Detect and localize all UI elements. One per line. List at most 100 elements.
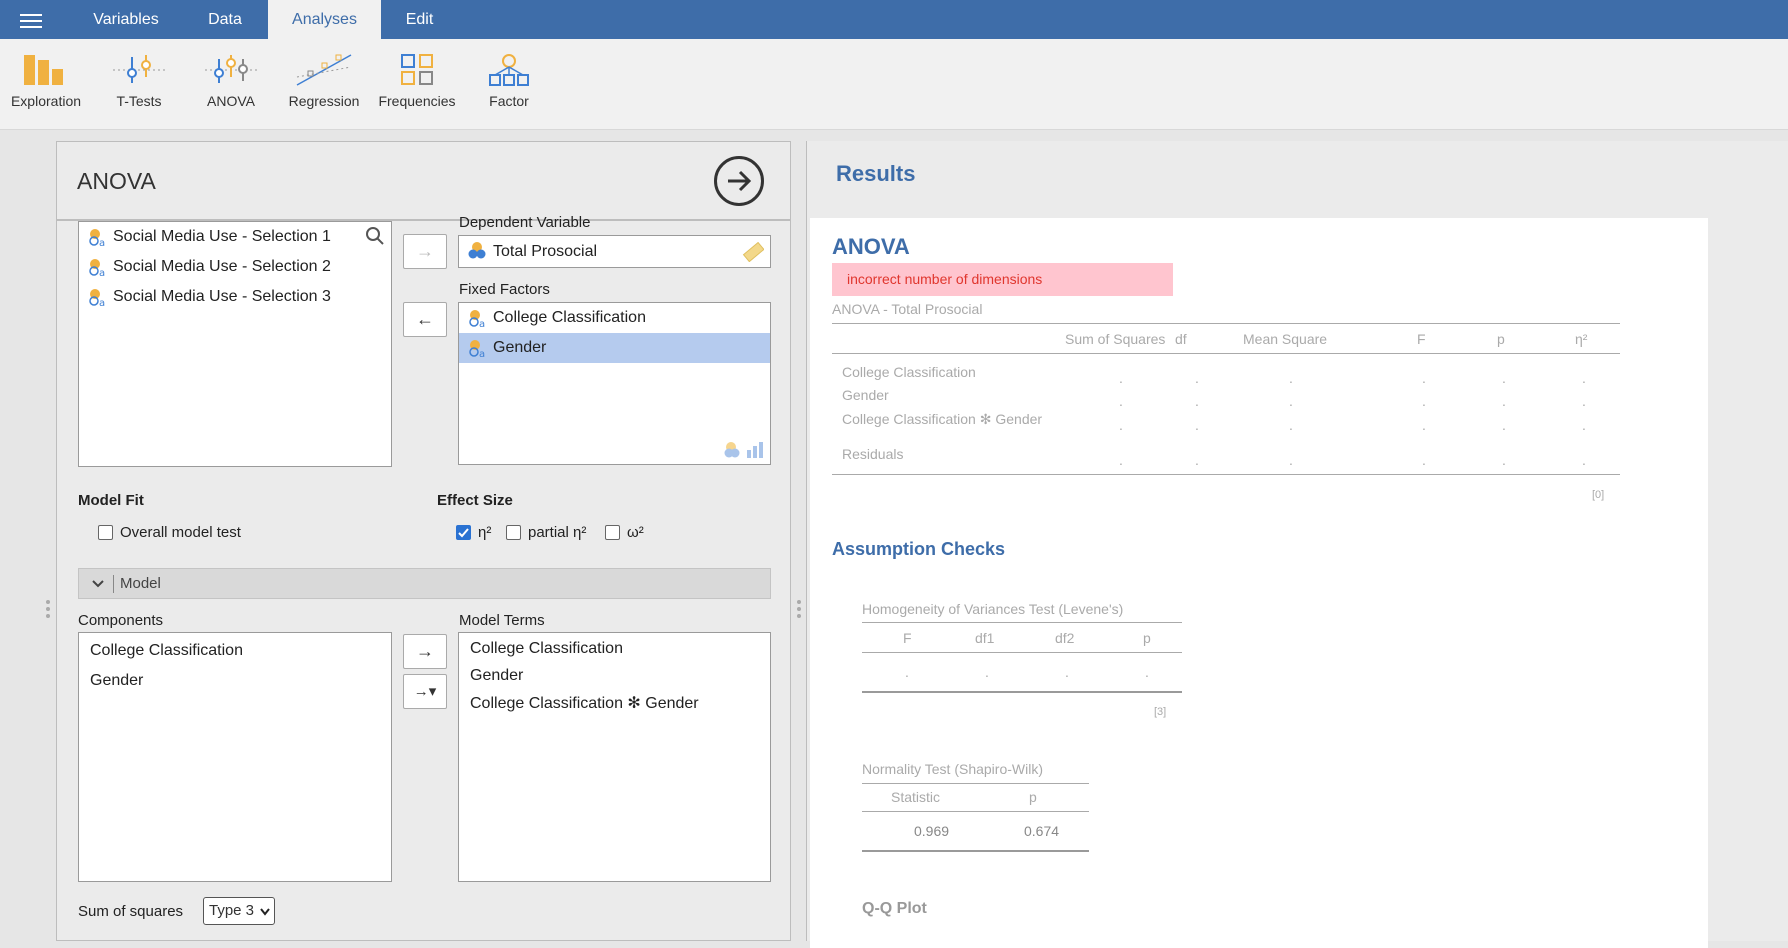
- normality-bottom-rule: [862, 850, 1089, 852]
- list-item[interactable]: a College Classification: [459, 303, 770, 333]
- model-section-header[interactable]: Model: [78, 568, 771, 599]
- variable-name: Social Media Use - Selection 3: [113, 288, 331, 305]
- table-row: Residuals: [842, 446, 904, 462]
- middle-resize-handle[interactable]: [797, 600, 801, 621]
- ribbon-regression-button[interactable]: Regression: [279, 53, 369, 109]
- list-item[interactable]: Total Prosocial: [459, 236, 770, 267]
- normality-header-rule: [862, 811, 1089, 812]
- eta-squared-checkbox[interactable]: [456, 525, 471, 540]
- levene-cell-df1: .: [985, 664, 989, 680]
- list-item[interactable]: Gender: [79, 666, 391, 696]
- model-fit-heading: Model Fit: [78, 492, 144, 509]
- ribbon-factor-button[interactable]: Factor: [464, 53, 554, 109]
- overall-model-test-label: Overall model test: [120, 524, 241, 541]
- ribbon-anova-button[interactable]: ANOVA: [186, 53, 276, 109]
- nominal-variable-icon: a: [89, 229, 105, 247]
- chevron-down-icon: [260, 908, 270, 916]
- add-term-button[interactable]: →: [403, 634, 447, 669]
- move-from-fixed-factors-button[interactable]: ←: [403, 302, 447, 337]
- add-interaction-dropdown-button[interactable]: →▾: [403, 674, 447, 709]
- nominal-variable-icon: a: [89, 259, 105, 277]
- list-item[interactable]: Gender: [459, 662, 770, 689]
- nominal-variable-icon: a: [469, 310, 485, 328]
- levene-header-f: F: [903, 630, 912, 646]
- table-row: Gender: [842, 387, 889, 403]
- frequencies-icon: [401, 54, 433, 85]
- model-terms-list[interactable]: College Classification Gender College Cl…: [458, 632, 771, 882]
- ribbon-frequencies-button[interactable]: Frequencies: [372, 53, 462, 109]
- components-list[interactable]: College Classification Gender: [78, 632, 392, 882]
- top-menu-bar: Variables Data Analyses Edit: [0, 0, 1788, 39]
- dependent-variable-value: Total Prosocial: [493, 243, 598, 260]
- omega-squared-label: ω²: [627, 524, 644, 541]
- partial-eta-squared-checkbox[interactable]: [506, 525, 521, 540]
- levene-header-df2: df2: [1055, 630, 1075, 646]
- normality-statistic-value: 0.969: [914, 823, 950, 839]
- anova-cell: .: [1582, 452, 1586, 468]
- search-icon[interactable]: [365, 226, 385, 246]
- overall-model-test-checkbox[interactable]: [98, 525, 113, 540]
- svg-text:a: a: [479, 349, 485, 358]
- anova-table-caption: ANOVA - Total Prosocial: [832, 301, 983, 317]
- header-eta-squared: η²: [1575, 331, 1588, 347]
- anova-cell: .: [1422, 417, 1426, 433]
- anova-cell: .: [1289, 452, 1293, 468]
- tab-analyses[interactable]: Analyses: [268, 0, 381, 39]
- table-row: College Classification: [842, 364, 976, 380]
- svg-text:a: a: [99, 238, 105, 247]
- header-f: F: [1417, 331, 1426, 347]
- normality-header-p: p: [1029, 789, 1037, 805]
- left-resize-handle[interactable]: [46, 600, 50, 621]
- list-item[interactable]: a Social Media Use - Selection 3: [79, 282, 391, 312]
- anova-results-heading: ANOVA: [832, 234, 910, 259]
- dependent-variable-field[interactable]: Total Prosocial: [458, 235, 771, 268]
- list-item[interactable]: a Social Media Use - Selection 1: [79, 222, 391, 252]
- sum-of-squares-label: Sum of squares: [78, 903, 184, 920]
- normality-p-value: 0.674: [1024, 823, 1060, 839]
- anova-cell: .: [1195, 452, 1199, 468]
- header-rule: [832, 353, 1620, 354]
- dependent-variable-label: Dependent Variable: [459, 214, 591, 231]
- levene-top-rule: [862, 622, 1182, 623]
- ribbon-anova-label: ANOVA: [207, 93, 255, 109]
- variable-type-hint-icon: [724, 442, 763, 458]
- svg-text:a: a: [99, 268, 105, 277]
- ribbon-exploration-button[interactable]: Exploration: [1, 53, 91, 109]
- anova-options-panel: ANOVA a Social Media Use - Selection 1 a…: [56, 141, 791, 941]
- list-item[interactable]: a Gender: [459, 333, 770, 363]
- ribbon-factor-label: Factor: [489, 93, 529, 109]
- anova-cell: .: [1119, 370, 1123, 386]
- ribbon-ttests-button[interactable]: T-Tests: [94, 53, 184, 109]
- header-mean-square: Mean Square: [1243, 331, 1328, 347]
- omega-squared-checkbox[interactable]: [605, 525, 620, 540]
- list-item[interactable]: a Social Media Use - Selection 2: [79, 252, 391, 282]
- anova-cell: .: [1119, 393, 1123, 409]
- tab-data[interactable]: Data: [188, 0, 262, 39]
- header-p: p: [1497, 331, 1505, 347]
- sum-of-squares-value: Type 3: [209, 902, 255, 919]
- list-item[interactable]: College Classification ✻ Gender: [459, 689, 770, 718]
- sum-of-squares-select[interactable]: Type 3: [203, 897, 275, 925]
- results-sheet: ANOVA incorrect number of dimensions ANO…: [810, 218, 1708, 948]
- list-item[interactable]: College Classification: [79, 636, 391, 666]
- tab-variables[interactable]: Variables: [74, 0, 178, 39]
- anova-cell: .: [1289, 393, 1293, 409]
- checkmark-icon: [458, 528, 469, 538]
- tab-edit[interactable]: Edit: [392, 0, 447, 39]
- ribbon-ttests-label: T-Tests: [116, 93, 162, 109]
- hamburger-menu-icon[interactable]: [20, 14, 42, 28]
- move-to-dependent-button[interactable]: →: [403, 234, 447, 269]
- assumption-checks-heading: Assumption Checks: [832, 539, 1006, 559]
- anova-cell: .: [1119, 452, 1123, 468]
- nominal-variable-icon: a: [469, 340, 485, 358]
- anova-icon: [205, 55, 257, 83]
- list-item[interactable]: College Classification: [459, 635, 770, 662]
- table-bottom-rule: [832, 474, 1620, 475]
- variables-list[interactable]: a Social Media Use - Selection 1 a Socia…: [78, 221, 392, 467]
- eta-squared-label: η²: [478, 524, 492, 541]
- svg-text:a: a: [99, 298, 105, 307]
- close-options-button[interactable]: [714, 156, 764, 206]
- levene-bottom-rule: [862, 691, 1182, 693]
- fixed-factors-list[interactable]: a College Classification a Gender: [458, 302, 771, 465]
- anova-footnote: [0]: [1592, 489, 1605, 501]
